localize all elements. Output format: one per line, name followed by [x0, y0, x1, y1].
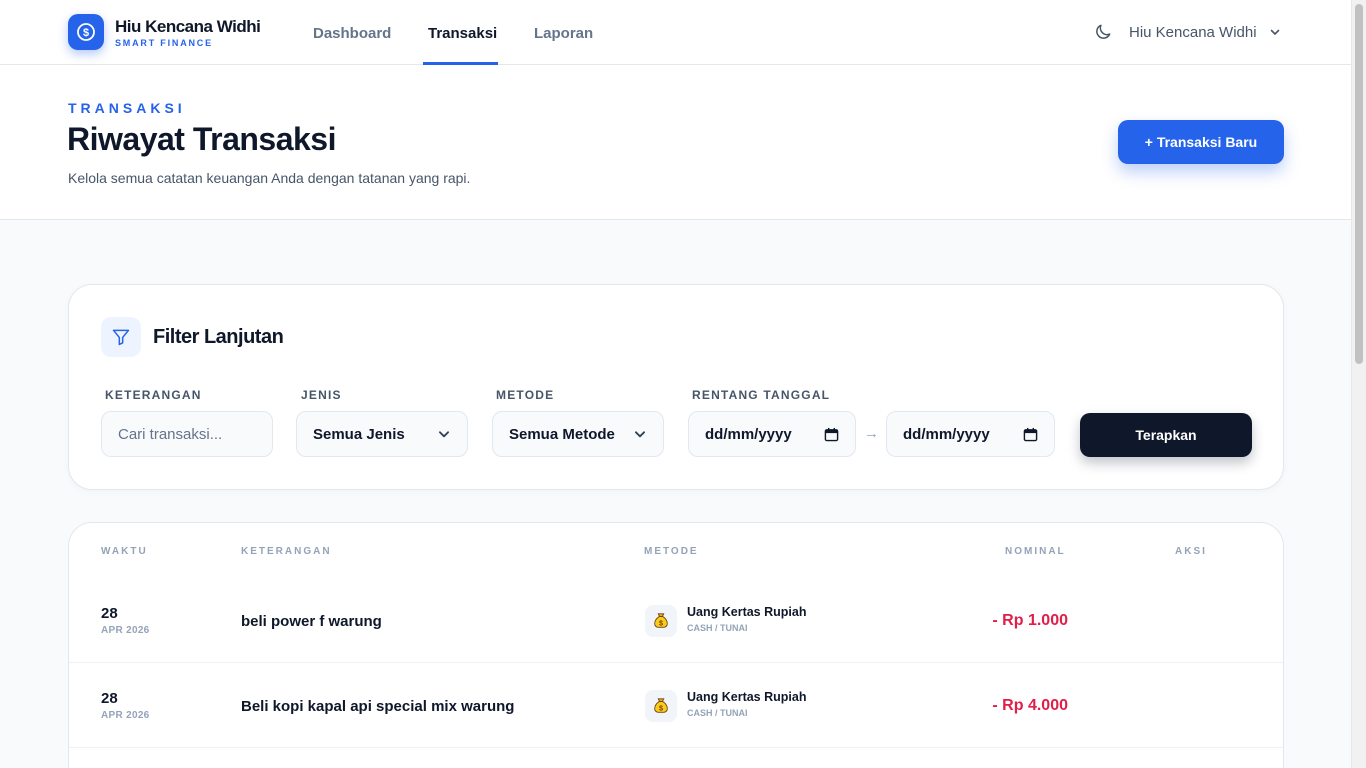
- metode-select-value: Semua Metode: [509, 425, 615, 443]
- filter-card: Filter Lanjutan KETERANGAN JENIS Semua J…: [68, 284, 1284, 490]
- filter-title: Filter Lanjutan: [153, 326, 284, 348]
- calendar-icon[interactable]: [1023, 427, 1038, 442]
- tanggal-label: RENTANG TANGGAL: [692, 388, 831, 402]
- svg-text:$: $: [659, 619, 663, 628]
- filter-icon-box: [101, 317, 141, 357]
- date-from-input[interactable]: dd/mm/yyyy: [688, 411, 856, 457]
- row-day: 28: [101, 605, 118, 622]
- date-to-input[interactable]: dd/mm/yyyy: [886, 411, 1055, 457]
- table-row[interactable]: 28 APR 2026 Beli kopi kapal api special …: [69, 663, 1283, 748]
- row-description: beli power f warung: [241, 613, 382, 630]
- scrollbar-thumb[interactable]: [1355, 4, 1363, 364]
- row-amount: - Rp 4.000: [992, 697, 1068, 714]
- row-month: APR 2026: [101, 710, 150, 721]
- transactions-table: WAKTU KETERANGAN METODE NOMINAL AKSI 28 …: [68, 522, 1284, 768]
- brand-name: Hiu Kencana Widhi: [115, 17, 261, 36]
- nav-transaksi[interactable]: Transaksi: [428, 25, 497, 42]
- chevron-down-icon: [438, 431, 450, 438]
- metode-select[interactable]: Semua Metode: [492, 411, 664, 457]
- payment-method-icon-box: $: [645, 605, 677, 637]
- page-title: Riwayat Transaksi: [67, 121, 336, 157]
- page-header: TRANSAKSI Riwayat Transaksi Kelola semua…: [0, 65, 1351, 220]
- page-subtitle: Kelola semua catatan keuangan Anda denga…: [68, 170, 471, 186]
- funnel-icon: [112, 329, 130, 346]
- svg-text:$: $: [659, 704, 663, 713]
- chevron-down-icon[interactable]: [1269, 26, 1281, 38]
- moon-icon[interactable]: [1093, 22, 1113, 42]
- row-amount: - Rp 1.000: [992, 612, 1068, 629]
- jenis-label: JENIS: [301, 388, 342, 402]
- keterangan-label: KETERANGAN: [105, 388, 202, 402]
- brand-tagline: SMART FINANCE: [115, 38, 213, 48]
- chevron-down-icon: [634, 431, 646, 438]
- money-bag-icon: $: [654, 698, 668, 713]
- nav-dashboard[interactable]: Dashboard: [313, 25, 391, 42]
- top-navbar: $ Hiu Kencana Widhi SMART FINANCE Dashbo…: [0, 0, 1351, 65]
- metode-label: METODE: [496, 388, 555, 402]
- row-day: 28: [101, 690, 118, 707]
- row-description: Beli kopi kapal api special mix warung: [241, 698, 515, 715]
- money-bag-icon: $: [654, 613, 668, 628]
- column-header-metode: METODE: [644, 546, 699, 557]
- table-row[interactable]: 28 APR 2026 beli power f warung $ Uang K…: [69, 578, 1283, 663]
- page-eyebrow: TRANSAKSI: [68, 100, 186, 116]
- search-field[interactable]: [101, 411, 273, 457]
- row-method-sub: CASH / TUNAI: [687, 623, 748, 633]
- dollar-coin-icon: $: [77, 23, 95, 41]
- row-method-name: Uang Kertas Rupiah: [687, 605, 807, 619]
- column-header-aksi: AKSI: [1175, 546, 1207, 557]
- apply-filter-button[interactable]: Terapkan: [1080, 413, 1252, 457]
- page-scrollbar[interactable]: [1351, 0, 1366, 768]
- payment-method-icon-box: $: [645, 690, 677, 722]
- brand-logo[interactable]: $: [68, 14, 104, 50]
- column-header-keterangan: KETERANGAN: [241, 546, 332, 557]
- column-header-nominal: NOMINAL: [1005, 546, 1066, 557]
- new-transaction-button[interactable]: + Transaksi Baru: [1118, 120, 1284, 164]
- nav-laporan[interactable]: Laporan: [534, 25, 593, 42]
- jenis-select[interactable]: Semua Jenis: [296, 411, 468, 457]
- table-body: 28 APR 2026 beli power f warung $ Uang K…: [69, 578, 1283, 748]
- svg-text:$: $: [83, 27, 89, 39]
- row-method-sub: CASH / TUNAI: [687, 708, 748, 718]
- column-header-waktu: WAKTU: [101, 546, 148, 557]
- date-to-value: dd/mm/yyyy: [903, 425, 990, 443]
- calendar-icon[interactable]: [824, 427, 839, 442]
- date-range-arrow: →: [864, 425, 879, 442]
- row-method-name: Uang Kertas Rupiah: [687, 690, 807, 704]
- user-menu-name[interactable]: Hiu Kencana Widhi: [1129, 24, 1257, 41]
- search-input[interactable]: [118, 425, 256, 443]
- date-from-value: dd/mm/yyyy: [705, 425, 792, 443]
- row-month: APR 2026: [101, 625, 150, 636]
- jenis-select-value: Semua Jenis: [313, 425, 405, 443]
